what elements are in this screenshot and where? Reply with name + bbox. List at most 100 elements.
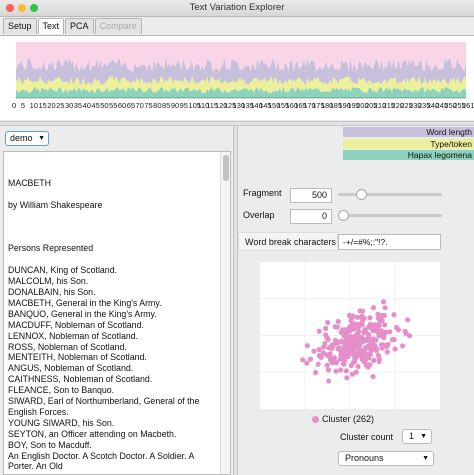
cluster-count-select[interactable]: 1 ▼: [402, 429, 432, 444]
scatter-point[interactable]: [405, 317, 411, 323]
scatter-point[interactable]: [326, 345, 332, 351]
document-text-area[interactable]: MACBETH by William Shakespeare Persons Rep…: [3, 151, 231, 475]
scatter-point[interactable]: [323, 352, 329, 358]
scatter-point[interactable]: [381, 335, 387, 341]
scatter-point[interactable]: [321, 344, 327, 350]
scatter-point[interactable]: [325, 367, 332, 373]
word-break-input[interactable]: -+/=#%;:"!?.: [338, 234, 441, 250]
scatter-point[interactable]: [328, 356, 334, 362]
scatter-point[interactable]: [376, 358, 382, 365]
scatter-point[interactable]: [400, 343, 406, 349]
scatter-point[interactable]: [373, 348, 379, 354]
document-selector[interactable]: demo ▼: [5, 131, 49, 146]
overlap-slider-knob[interactable]: [338, 210, 349, 221]
scatter-point[interactable]: [307, 356, 314, 362]
scatter-point[interactable]: [332, 324, 338, 330]
text-vertical-scrollbar[interactable]: [220, 152, 230, 474]
scatter-point[interactable]: [355, 363, 361, 370]
scatter-point[interactable]: [387, 329, 393, 335]
scatter-point[interactable]: [376, 321, 382, 327]
scatter-point[interactable]: [357, 341, 363, 347]
scatter-point[interactable]: [407, 333, 413, 339]
scatter-point[interactable]: [348, 363, 354, 369]
scatter-point[interactable]: [334, 340, 340, 346]
vertical-split-divider[interactable]: [233, 126, 238, 475]
minimize-window-icon[interactable]: [18, 4, 26, 12]
scatter-point[interactable]: [380, 299, 387, 305]
scatter-point[interactable]: [349, 348, 355, 354]
overlap-input[interactable]: 0: [290, 209, 332, 224]
scatter-point[interactable]: [385, 342, 391, 348]
scatter-point[interactable]: [375, 352, 381, 359]
scatter-point[interactable]: [374, 328, 380, 335]
tab-text[interactable]: Text: [37, 18, 65, 34]
zoom-window-icon[interactable]: [30, 4, 38, 12]
scatter-point[interactable]: [337, 347, 343, 353]
scatter-point[interactable]: [370, 305, 376, 311]
scatter-point[interactable]: [317, 353, 323, 359]
scatter-point[interactable]: [316, 347, 322, 353]
scatter-point[interactable]: [379, 345, 385, 351]
scatter-point[interactable]: [355, 324, 362, 330]
scatter-point[interactable]: [341, 361, 347, 367]
scatter-point[interactable]: [340, 356, 346, 362]
scatter-point[interactable]: [394, 325, 400, 331]
cluster-scatter-plot[interactable]: [260, 262, 440, 409]
tab-setup[interactable]: Setup: [3, 18, 37, 34]
scatter-point[interactable]: [338, 367, 344, 373]
scatter-point[interactable]: [381, 312, 387, 319]
scatter-point[interactable]: [362, 338, 368, 344]
scatter-point[interactable]: [346, 312, 352, 318]
scatter-point[interactable]: [367, 336, 374, 342]
scatter-point[interactable]: [324, 335, 330, 341]
scatter-point[interactable]: [326, 378, 332, 384]
scatter-point[interactable]: [304, 360, 310, 366]
scatter-point[interactable]: [343, 368, 349, 374]
scatter-point[interactable]: [391, 312, 397, 318]
text-line: DONALBAIN, his Son.: [8, 287, 96, 297]
scatter-point[interactable]: [382, 305, 388, 311]
scatter-point[interactable]: [341, 329, 347, 335]
scatter-point[interactable]: [366, 324, 372, 330]
close-window-icon[interactable]: [6, 4, 14, 12]
scatter-point[interactable]: [335, 318, 341, 325]
scatter-point[interactable]: [311, 348, 317, 354]
scatter-point[interactable]: [315, 361, 321, 367]
scatter-point[interactable]: [360, 308, 366, 314]
scatter-point[interactable]: [324, 362, 330, 368]
scatter-point[interactable]: [353, 369, 359, 375]
scatter-point[interactable]: [382, 322, 388, 328]
scatter-point[interactable]: [333, 368, 339, 374]
scatter-point[interactable]: [350, 325, 356, 331]
scatter-point[interactable]: [375, 315, 381, 321]
text-scroll-thumb[interactable]: [223, 155, 229, 181]
fragment-slider-knob[interactable]: [355, 189, 367, 200]
overlap-slider-track[interactable]: [338, 214, 442, 217]
scatter-point[interactable]: [362, 352, 368, 358]
scatter-point[interactable]: [354, 352, 360, 358]
scatter-point[interactable]: [389, 337, 395, 343]
scatter-point[interactable]: [313, 369, 319, 376]
scatter-point[interactable]: [392, 346, 398, 352]
scatter-point[interactable]: [368, 347, 374, 353]
scatter-point[interactable]: [371, 357, 377, 363]
scatter-point[interactable]: [373, 337, 379, 343]
scatter-point[interactable]: [344, 375, 350, 381]
scatter-point[interactable]: [370, 374, 376, 380]
tab-pca[interactable]: PCA: [65, 18, 94, 34]
scatter-point[interactable]: [343, 336, 349, 342]
scatter-point[interactable]: [300, 357, 306, 363]
scatter-point[interactable]: [356, 329, 362, 335]
feature-select[interactable]: Pronouns ▼: [338, 451, 434, 466]
scatter-point[interactable]: [325, 319, 331, 326]
scatter-point[interactable]: [361, 315, 367, 321]
fragment-input[interactable]: 500: [290, 188, 332, 203]
scatter-point[interactable]: [351, 336, 357, 342]
scatter-point[interactable]: [367, 315, 373, 321]
scatter-point[interactable]: [363, 362, 369, 368]
fragment-slider-track[interactable]: [338, 193, 442, 196]
scatter-point[interactable]: [316, 328, 322, 334]
scatter-point[interactable]: [323, 325, 329, 331]
scatter-point[interactable]: [384, 349, 390, 355]
scatter-point[interactable]: [304, 343, 310, 349]
